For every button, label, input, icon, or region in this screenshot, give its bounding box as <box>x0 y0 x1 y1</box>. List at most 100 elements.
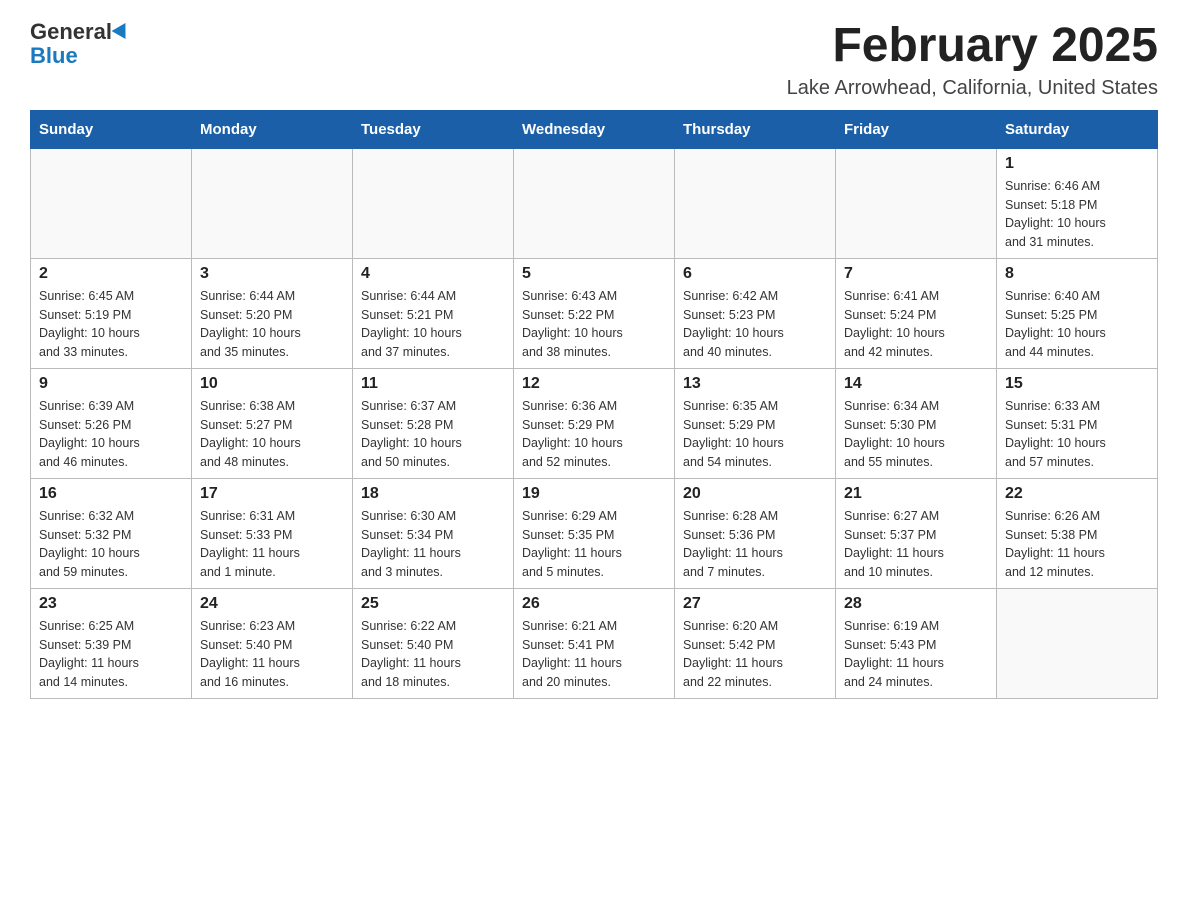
weekday-header-friday: Friday <box>836 110 997 148</box>
day-number: 4 <box>361 265 505 283</box>
calendar-week-row: 2 Sunrise: 6:45 AMSunset: 5:19 PMDaylight… <box>31 258 1158 368</box>
day-number: 14 <box>844 375 988 393</box>
day-number: 6 <box>683 265 827 283</box>
day-number: 21 <box>844 485 988 503</box>
calendar-cell: 20Sunrise: 6:28 AMSunset: 5:36 PMDayligh… <box>675 478 836 588</box>
day-info: Sunrise: 6:30 AMSunset: 5:34 PMDaylight:… <box>361 507 505 582</box>
day-number: 3 <box>200 265 344 283</box>
day-info: Sunrise: 6:41 AMSunset: 5:24 PMDaylight:… <box>844 287 988 362</box>
logo-blue-text: Blue <box>30 43 78 68</box>
day-number: 19 <box>522 485 666 503</box>
calendar-cell: 11 Sunrise: 6:37 AMSunset: 5:28 PMDayligh… <box>353 368 514 478</box>
day-info: Sunrise: 6:31 AMSunset: 5:33 PMDaylight:… <box>200 507 344 582</box>
day-number: 11 <box>361 375 505 393</box>
day-info: Sunrise: 6:23 AMSunset: 5:40 PMDaylight:… <box>200 617 344 692</box>
calendar-cell: 1Sunrise: 6:46 AMSunset: 5:18 PMDaylight… <box>997 148 1158 258</box>
calendar-cell: 27 Sunrise: 6:20 AMSunset: 5:42 PMDayligh… <box>675 588 836 698</box>
day-number: 15 <box>1005 375 1149 393</box>
day-number: 20 <box>683 485 827 503</box>
calendar-cell: 22 Sunrise: 6:26 AMSunset: 5:38 PMDayligh… <box>997 478 1158 588</box>
calendar-cell: 19 Sunrise: 6:29 AMSunset: 5:35 PMDayligh… <box>514 478 675 588</box>
calendar-cell: 16 Sunrise: 6:32 AMSunset: 5:32 PMDayligh… <box>31 478 192 588</box>
calendar-cell: 6 Sunrise: 6:42 AMSunset: 5:23 PMDaylight… <box>675 258 836 368</box>
day-info: Sunrise: 6:35 AMSunset: 5:29 PMDaylight:… <box>683 397 827 472</box>
calendar-cell: 14 Sunrise: 6:34 AMSunset: 5:30 PMDayligh… <box>836 368 997 478</box>
calendar-cell: 4 Sunrise: 6:44 AMSunset: 5:21 PMDaylight… <box>353 258 514 368</box>
day-info: Sunrise: 6:37 AMSunset: 5:28 PMDaylight:… <box>361 397 505 472</box>
day-info: Sunrise: 6:22 AMSunset: 5:40 PMDaylight:… <box>361 617 505 692</box>
day-number: 13 <box>683 375 827 393</box>
calendar-cell <box>836 148 997 258</box>
calendar-cell: 10 Sunrise: 6:38 AMSunset: 5:27 PMDayligh… <box>192 368 353 478</box>
day-number: 28 <box>844 595 988 613</box>
calendar-cell: 9 Sunrise: 6:39 AMSunset: 5:26 PMDaylight… <box>31 368 192 478</box>
day-number: 27 <box>683 595 827 613</box>
calendar-header-row: SundayMondayTuesdayWednesdayThursdayFrid… <box>31 110 1158 148</box>
calendar-cell: 17 Sunrise: 6:31 AMSunset: 5:33 PMDayligh… <box>192 478 353 588</box>
day-info: Sunrise: 6:20 AMSunset: 5:42 PMDaylight:… <box>683 617 827 692</box>
calendar-week-row: 9 Sunrise: 6:39 AMSunset: 5:26 PMDaylight… <box>31 368 1158 478</box>
day-info: Sunrise: 6:29 AMSunset: 5:35 PMDaylight:… <box>522 507 666 582</box>
calendar-week-row: 23 Sunrise: 6:25 AMSunset: 5:39 PMDayligh… <box>31 588 1158 698</box>
day-number: 10 <box>200 375 344 393</box>
day-info: Sunrise: 6:32 AMSunset: 5:32 PMDaylight:… <box>39 507 183 582</box>
calendar-cell: 28Sunrise: 6:19 AMSunset: 5:43 PMDayligh… <box>836 588 997 698</box>
day-number: 22 <box>1005 485 1149 503</box>
calendar-cell: 15 Sunrise: 6:33 AMSunset: 5:31 PMDayligh… <box>997 368 1158 478</box>
calendar-cell <box>997 588 1158 698</box>
day-info: Sunrise: 6:42 AMSunset: 5:23 PMDaylight:… <box>683 287 827 362</box>
calendar-cell <box>675 148 836 258</box>
weekday-header-thursday: Thursday <box>675 110 836 148</box>
day-number: 25 <box>361 595 505 613</box>
calendar-table: SundayMondayTuesdayWednesdayThursdayFrid… <box>30 110 1158 699</box>
calendar-cell: 7 Sunrise: 6:41 AMSunset: 5:24 PMDaylight… <box>836 258 997 368</box>
calendar-cell: 2 Sunrise: 6:45 AMSunset: 5:19 PMDaylight… <box>31 258 192 368</box>
logo-general-line: General <box>30 20 130 44</box>
day-info: Sunrise: 6:26 AMSunset: 5:38 PMDaylight:… <box>1005 507 1149 582</box>
weekday-header-saturday: Saturday <box>997 110 1158 148</box>
day-number: 16 <box>39 485 183 503</box>
calendar-cell: 25 Sunrise: 6:22 AMSunset: 5:40 PMDayligh… <box>353 588 514 698</box>
weekday-header-sunday: Sunday <box>31 110 192 148</box>
month-title: February 2025 <box>787 20 1158 73</box>
day-info: Sunrise: 6:44 AMSunset: 5:20 PMDaylight:… <box>200 287 344 362</box>
location-subtitle: Lake Arrowhead, California, United State… <box>787 77 1158 100</box>
day-info: Sunrise: 6:39 AMSunset: 5:26 PMDaylight:… <box>39 397 183 472</box>
weekday-header-monday: Monday <box>192 110 353 148</box>
day-number: 17 <box>200 485 344 503</box>
calendar-cell <box>31 148 192 258</box>
day-info: Sunrise: 6:33 AMSunset: 5:31 PMDaylight:… <box>1005 397 1149 472</box>
day-number: 24 <box>200 595 344 613</box>
day-info: Sunrise: 6:21 AMSunset: 5:41 PMDaylight:… <box>522 617 666 692</box>
day-number: 8 <box>1005 265 1149 283</box>
calendar-cell: 24 Sunrise: 6:23 AMSunset: 5:40 PMDayligh… <box>192 588 353 698</box>
calendar-cell <box>192 148 353 258</box>
title-block: February 2025 Lake Arrowhead, California… <box>787 20 1158 100</box>
day-info: Sunrise: 6:45 AMSunset: 5:19 PMDaylight:… <box>39 287 183 362</box>
day-number: 12 <box>522 375 666 393</box>
day-number: 2 <box>39 265 183 283</box>
day-info: Sunrise: 6:44 AMSunset: 5:21 PMDaylight:… <box>361 287 505 362</box>
weekday-header-tuesday: Tuesday <box>353 110 514 148</box>
weekday-header-wednesday: Wednesday <box>514 110 675 148</box>
day-number: 23 <box>39 595 183 613</box>
calendar-cell <box>353 148 514 258</box>
calendar-cell: 23 Sunrise: 6:25 AMSunset: 5:39 PMDayligh… <box>31 588 192 698</box>
calendar-week-row: 1Sunrise: 6:46 AMSunset: 5:18 PMDaylight… <box>31 148 1158 258</box>
day-number: 9 <box>39 375 183 393</box>
calendar-cell: 8 Sunrise: 6:40 AMSunset: 5:25 PMDaylight… <box>997 258 1158 368</box>
logo-triangle-icon <box>112 23 133 43</box>
day-info: Sunrise: 6:38 AMSunset: 5:27 PMDaylight:… <box>200 397 344 472</box>
day-info: Sunrise: 6:34 AMSunset: 5:30 PMDaylight:… <box>844 397 988 472</box>
logo-general-text: General <box>30 19 112 44</box>
day-info: Sunrise: 6:43 AMSunset: 5:22 PMDaylight:… <box>522 287 666 362</box>
day-info: Sunrise: 6:40 AMSunset: 5:25 PMDaylight:… <box>1005 287 1149 362</box>
day-number: 18 <box>361 485 505 503</box>
day-number: 26 <box>522 595 666 613</box>
day-number: 7 <box>844 265 988 283</box>
page-header: General Blue February 2025 Lake Arrowhea… <box>30 20 1158 100</box>
day-info: Sunrise: 6:36 AMSunset: 5:29 PMDaylight:… <box>522 397 666 472</box>
logo: General Blue <box>30 20 130 68</box>
day-info: Sunrise: 6:25 AMSunset: 5:39 PMDaylight:… <box>39 617 183 692</box>
calendar-cell: 26 Sunrise: 6:21 AMSunset: 5:41 PMDayligh… <box>514 588 675 698</box>
